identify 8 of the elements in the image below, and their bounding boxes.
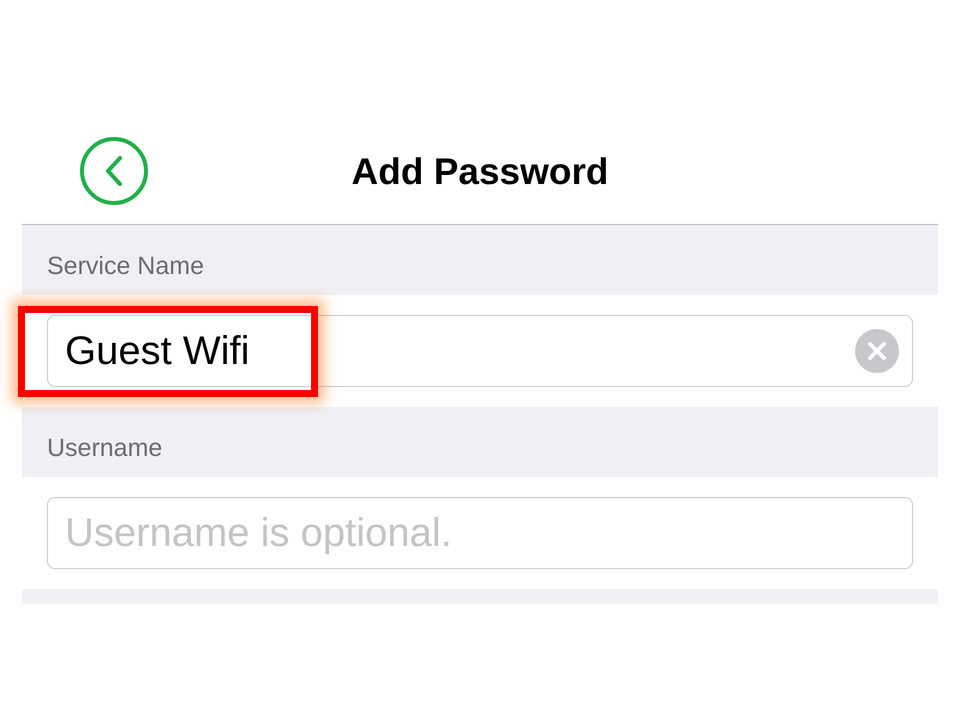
text-field[interactable]: Username is optional. [47, 497, 913, 569]
text-field[interactable]: Guest Wifi [47, 315, 913, 387]
chevron-left-icon [104, 155, 124, 187]
field-label: Service Name [47, 250, 204, 282]
back-button[interactable] [80, 137, 148, 205]
clear-icon[interactable] [855, 329, 899, 373]
page-title: Add Password [352, 150, 608, 194]
field-label: Username [47, 432, 162, 464]
